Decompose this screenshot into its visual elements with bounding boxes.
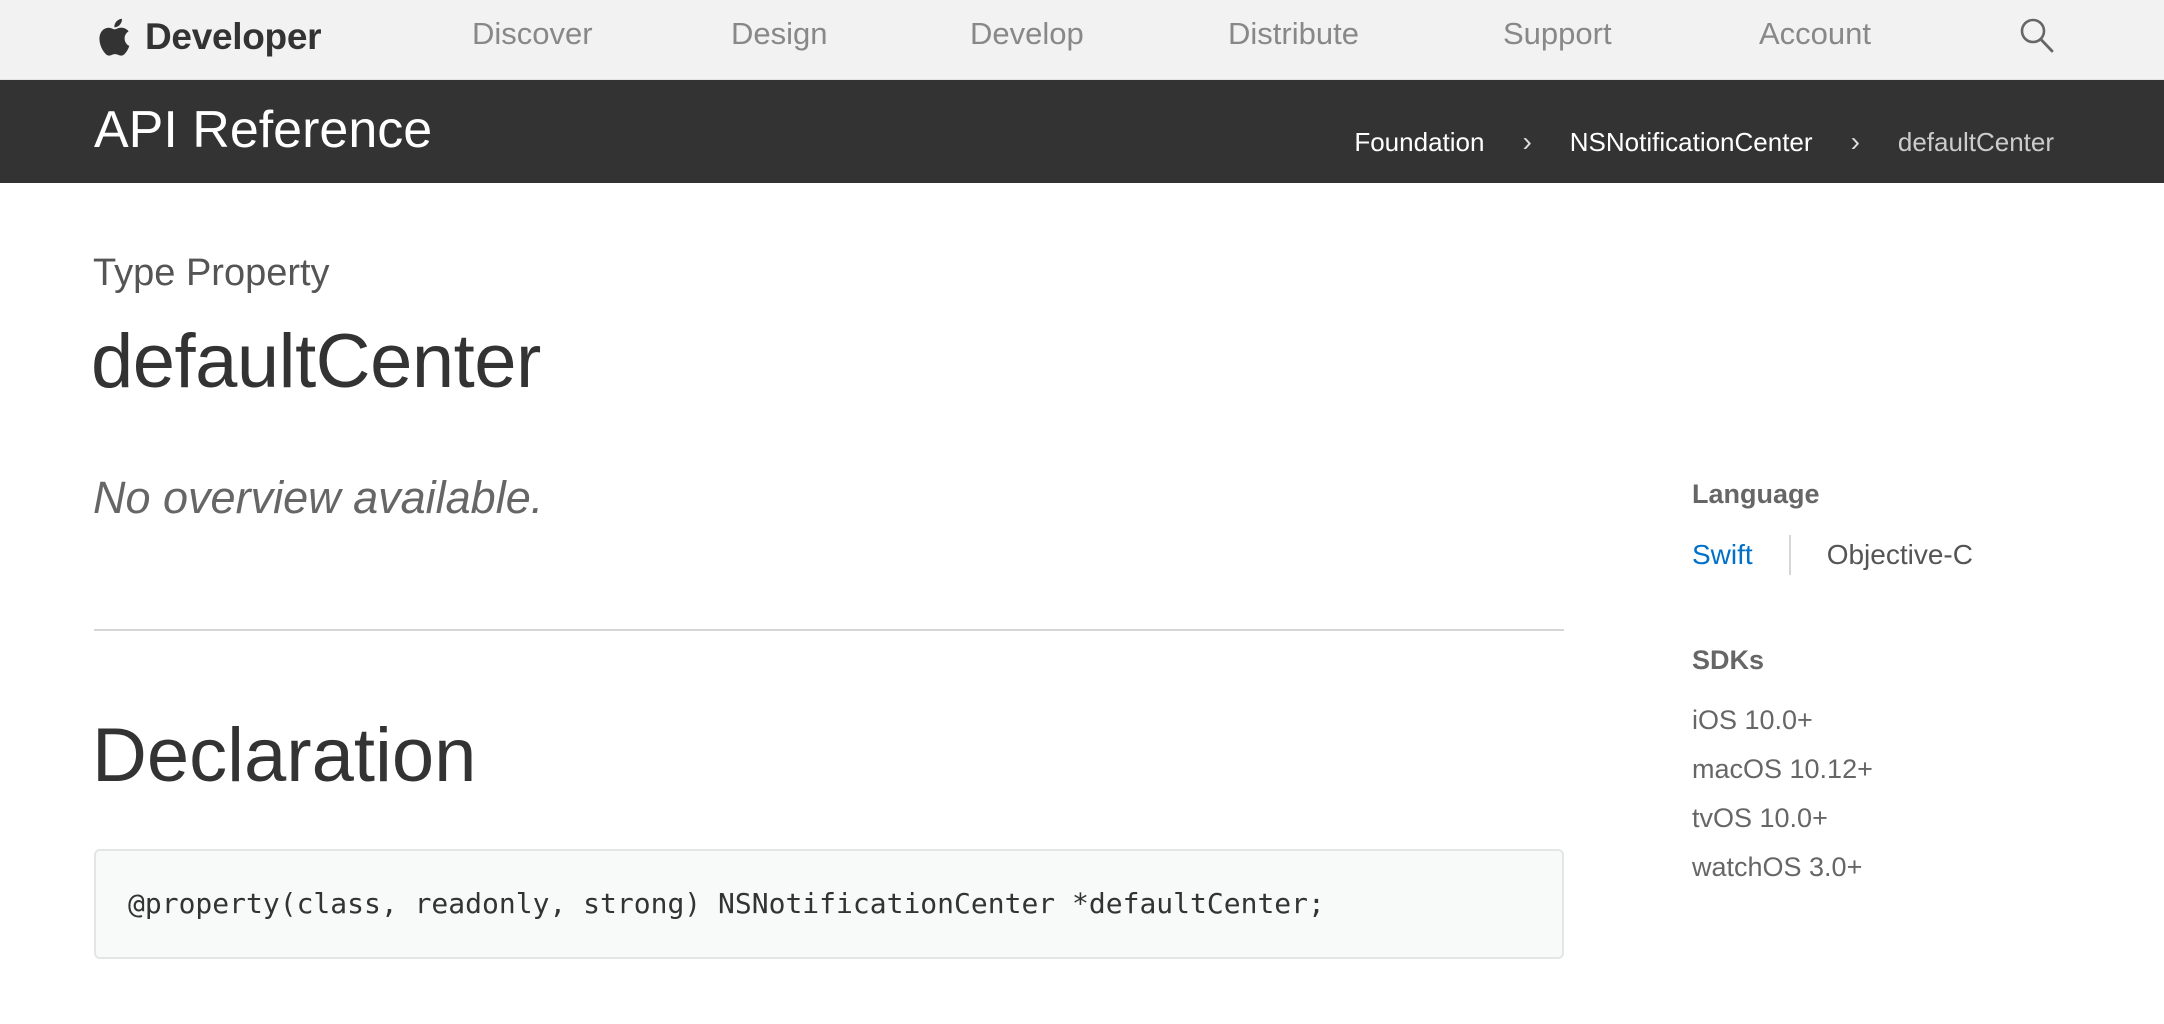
nav-item-distribute[interactable]: Distribute: [1228, 16, 1359, 52]
language-switcher: Swift Objective-C: [1692, 534, 1973, 576]
breadcrumb-foundation[interactable]: Foundation: [1354, 127, 1484, 158]
declaration-code: @property(class, readonly, strong) NSNot…: [128, 887, 1325, 920]
global-nav: Developer Discover Design Develop Distri…: [0, 0, 2164, 80]
breadcrumb-nsnotificationcenter[interactable]: NSNotificationCenter: [1570, 127, 1813, 158]
brand-label: Developer: [145, 16, 322, 57]
declaration-heading: Declaration: [92, 713, 477, 798]
overview-text: No overview available.: [93, 472, 544, 523]
section-divider: [94, 629, 1564, 631]
chevron-right-icon: ›: [1522, 126, 1532, 157]
sdk-list: iOS 10.0+ macOS 10.12+ tvOS 10.0+ watchO…: [1692, 704, 1873, 900]
declaration-code-block: @property(class, readonly, strong) NSNot…: [94, 849, 1564, 959]
language-separator: [1788, 535, 1791, 575]
sdk-item-watchos: watchOS 3.0+: [1692, 852, 1863, 882]
language-objective-c[interactable]: Objective-C: [1827, 539, 1973, 571]
breadcrumb: Foundation › NSNotificationCenter › defa…: [1354, 126, 2054, 158]
language-swift[interactable]: Swift: [1692, 539, 1753, 571]
symbol-kind: Type Property: [93, 252, 330, 294]
search-icon[interactable]: [2018, 16, 2056, 56]
breadcrumb-defaultcenter: defaultCenter: [1897, 126, 2054, 157]
apple-logo-icon: [99, 18, 130, 56]
chevron-right-icon: ›: [1850, 126, 1860, 157]
language-heading: Language: [1692, 479, 1820, 509]
nav-item-account[interactable]: Account: [1759, 16, 1871, 52]
developer-home-link[interactable]: Developer: [95, 12, 322, 62]
sdk-item-ios: iOS 10.0+: [1692, 705, 1813, 735]
api-reference-title[interactable]: API Reference: [94, 100, 432, 160]
api-reference-header: API Reference Foundation › NSNotificatio…: [0, 80, 2164, 183]
nav-item-discover[interactable]: Discover: [472, 16, 593, 52]
nav-item-design[interactable]: Design: [731, 16, 828, 52]
nav-item-support[interactable]: Support: [1503, 16, 1612, 52]
page-title: defaultCenter: [91, 319, 541, 404]
sdk-item-macos: macOS 10.12+: [1692, 754, 1873, 784]
sdks-heading: SDKs: [1692, 645, 1765, 675]
sdk-item-tvos: tvOS 10.0+: [1692, 803, 1828, 833]
nav-item-develop[interactable]: Develop: [970, 16, 1084, 52]
